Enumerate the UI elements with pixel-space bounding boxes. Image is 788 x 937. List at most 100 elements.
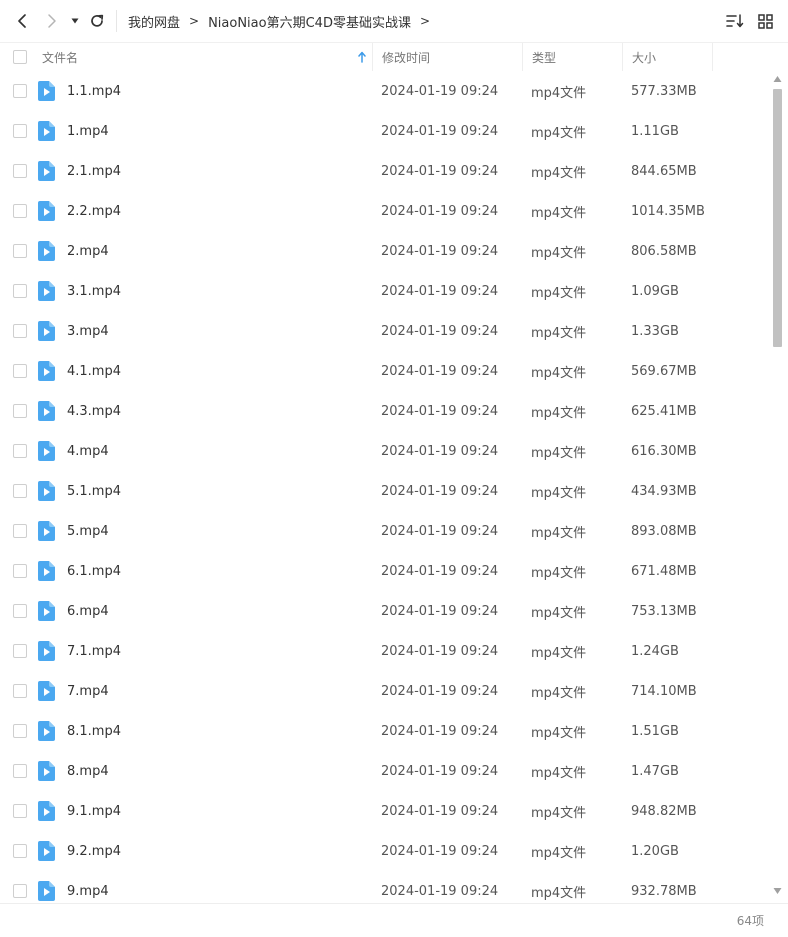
row-checkbox[interactable] xyxy=(13,884,27,898)
file-row[interactable]: 8.mp4 2024-01-19 09:24 mp4文件 1.47GB xyxy=(0,751,770,791)
file-name[interactable]: 9.2.mp4 xyxy=(67,831,121,871)
file-row[interactable]: 9.mp4 2024-01-19 09:24 mp4文件 932.78MB xyxy=(0,871,770,903)
file-name[interactable]: 5.1.mp4 xyxy=(67,471,121,511)
row-checkbox[interactable] xyxy=(13,164,27,178)
history-dropdown[interactable] xyxy=(66,9,84,33)
file-row[interactable]: 4.3.mp4 2024-01-19 09:24 mp4文件 625.41MB xyxy=(0,391,770,431)
file-name[interactable]: 9.1.mp4 xyxy=(67,791,121,831)
file-name[interactable]: 8.1.mp4 xyxy=(67,711,121,751)
row-checkbox[interactable] xyxy=(13,324,27,338)
file-row[interactable]: 3.1.mp4 2024-01-19 09:24 mp4文件 1.09GB xyxy=(0,271,770,311)
file-name[interactable]: 1.1.mp4 xyxy=(67,71,121,111)
video-file-icon xyxy=(38,681,55,701)
scrollbar-thumb[interactable] xyxy=(773,89,782,347)
row-checkbox[interactable] xyxy=(13,244,27,258)
file-date: 2024-01-19 09:24 xyxy=(381,283,499,299)
row-checkbox[interactable] xyxy=(13,604,27,618)
file-name[interactable]: 6.mp4 xyxy=(67,591,109,631)
file-date: 2024-01-19 09:24 xyxy=(381,403,499,419)
row-checkbox-cell xyxy=(13,271,27,311)
file-size: 1.33GB xyxy=(631,323,679,339)
file-icon-cell xyxy=(38,431,55,471)
row-checkbox[interactable] xyxy=(13,404,27,418)
file-row[interactable]: 1.1.mp4 2024-01-19 09:24 mp4文件 577.33MB xyxy=(0,71,770,111)
scroll-up-icon[interactable] xyxy=(773,75,782,83)
file-name[interactable]: 8.mp4 xyxy=(67,751,109,791)
file-name[interactable]: 6.1.mp4 xyxy=(67,551,121,591)
file-row[interactable]: 2.2.mp4 2024-01-19 09:24 mp4文件 1014.35MB xyxy=(0,191,770,231)
file-name[interactable]: 4.1.mp4 xyxy=(67,351,121,391)
row-checkbox[interactable] xyxy=(13,844,27,858)
refresh-button[interactable] xyxy=(85,9,109,33)
file-row[interactable]: 6.1.mp4 2024-01-19 09:24 mp4文件 671.48MB xyxy=(0,551,770,591)
video-file-icon xyxy=(38,521,55,541)
file-row[interactable]: 9.2.mp4 2024-01-19 09:24 mp4文件 1.20GB xyxy=(0,831,770,871)
column-header-date[interactable]: 修改时间 xyxy=(372,43,522,71)
file-name[interactable]: 3.1.mp4 xyxy=(67,271,121,311)
file-name[interactable]: 4.3.mp4 xyxy=(67,391,121,431)
file-name[interactable]: 3.mp4 xyxy=(67,311,109,351)
file-row[interactable]: 4.mp4 2024-01-19 09:24 mp4文件 616.30MB xyxy=(0,431,770,471)
file-size: 577.33MB xyxy=(631,83,697,99)
file-row[interactable]: 5.mp4 2024-01-19 09:24 mp4文件 893.08MB xyxy=(0,511,770,551)
file-row[interactable]: 7.mp4 2024-01-19 09:24 mp4文件 714.10MB xyxy=(0,671,770,711)
sort-button[interactable] xyxy=(724,9,746,33)
file-name[interactable]: 7.1.mp4 xyxy=(67,631,121,671)
grid-view-button[interactable] xyxy=(754,9,776,33)
file-name[interactable]: 2.2.mp4 xyxy=(67,191,121,231)
forward-button[interactable] xyxy=(40,9,64,33)
file-name[interactable]: 1.mp4 xyxy=(67,111,109,151)
file-type: mp4文件 xyxy=(531,205,587,221)
row-checkbox[interactable] xyxy=(13,564,27,578)
row-checkbox-cell xyxy=(13,471,27,511)
row-checkbox[interactable] xyxy=(13,124,27,138)
video-file-icon xyxy=(38,361,55,381)
row-checkbox[interactable] xyxy=(13,764,27,778)
file-name[interactable]: 5.mp4 xyxy=(67,511,109,551)
file-date: 2024-01-19 09:24 xyxy=(381,163,499,179)
file-icon-cell xyxy=(38,351,55,391)
file-row[interactable]: 5.1.mp4 2024-01-19 09:24 mp4文件 434.93MB xyxy=(0,471,770,511)
column-header-size[interactable]: 大小 xyxy=(622,43,713,71)
vertical-scrollbar[interactable] xyxy=(771,71,784,903)
scroll-down-icon[interactable] xyxy=(773,887,782,895)
file-name[interactable]: 9.mp4 xyxy=(67,871,109,903)
row-checkbox[interactable] xyxy=(13,484,27,498)
file-row[interactable]: 9.1.mp4 2024-01-19 09:24 mp4文件 948.82MB xyxy=(0,791,770,831)
file-name[interactable]: 7.mp4 xyxy=(67,671,109,711)
row-checkbox[interactable] xyxy=(13,524,27,538)
row-checkbox[interactable] xyxy=(13,724,27,738)
row-checkbox[interactable] xyxy=(13,444,27,458)
file-name[interactable]: 4.mp4 xyxy=(67,431,109,471)
select-all-checkbox[interactable] xyxy=(13,50,27,64)
file-row[interactable]: 7.1.mp4 2024-01-19 09:24 mp4文件 1.24GB xyxy=(0,631,770,671)
file-row[interactable]: 1.mp4 2024-01-19 09:24 mp4文件 1.11GB xyxy=(0,111,770,151)
file-icon-cell xyxy=(38,511,55,551)
file-row[interactable]: 8.1.mp4 2024-01-19 09:24 mp4文件 1.51GB xyxy=(0,711,770,751)
row-checkbox[interactable] xyxy=(13,364,27,378)
file-size: 1.24GB xyxy=(631,643,679,659)
file-row[interactable]: 3.mp4 2024-01-19 09:24 mp4文件 1.33GB xyxy=(0,311,770,351)
row-checkbox[interactable] xyxy=(13,644,27,658)
file-name[interactable]: 2.1.mp4 xyxy=(67,151,121,191)
file-row[interactable]: 2.mp4 2024-01-19 09:24 mp4文件 806.58MB xyxy=(0,231,770,271)
row-checkbox[interactable] xyxy=(13,284,27,298)
row-checkbox-cell xyxy=(13,631,27,671)
column-header-name[interactable]: 文件名 xyxy=(34,43,372,71)
file-size: 893.08MB xyxy=(631,523,697,539)
back-button[interactable] xyxy=(10,9,34,33)
file-row[interactable]: 4.1.mp4 2024-01-19 09:24 mp4文件 569.67MB xyxy=(0,351,770,391)
column-header-type[interactable]: 类型 xyxy=(522,43,622,71)
row-checkbox-cell xyxy=(13,111,27,151)
breadcrumb-item-current[interactable]: NiaoNiao第六期C4D零基础实战课 xyxy=(208,12,411,31)
row-checkbox[interactable] xyxy=(13,804,27,818)
file-name[interactable]: 2.mp4 xyxy=(67,231,109,271)
row-checkbox[interactable] xyxy=(13,684,27,698)
column-header-type-label: 类型 xyxy=(532,50,557,65)
file-size: 434.93MB xyxy=(631,483,697,499)
breadcrumb-item-root[interactable]: 我的网盘 xyxy=(128,12,180,31)
row-checkbox[interactable] xyxy=(13,204,27,218)
file-row[interactable]: 6.mp4 2024-01-19 09:24 mp4文件 753.13MB xyxy=(0,591,770,631)
row-checkbox[interactable] xyxy=(13,84,27,98)
file-row[interactable]: 2.1.mp4 2024-01-19 09:24 mp4文件 844.65MB xyxy=(0,151,770,191)
